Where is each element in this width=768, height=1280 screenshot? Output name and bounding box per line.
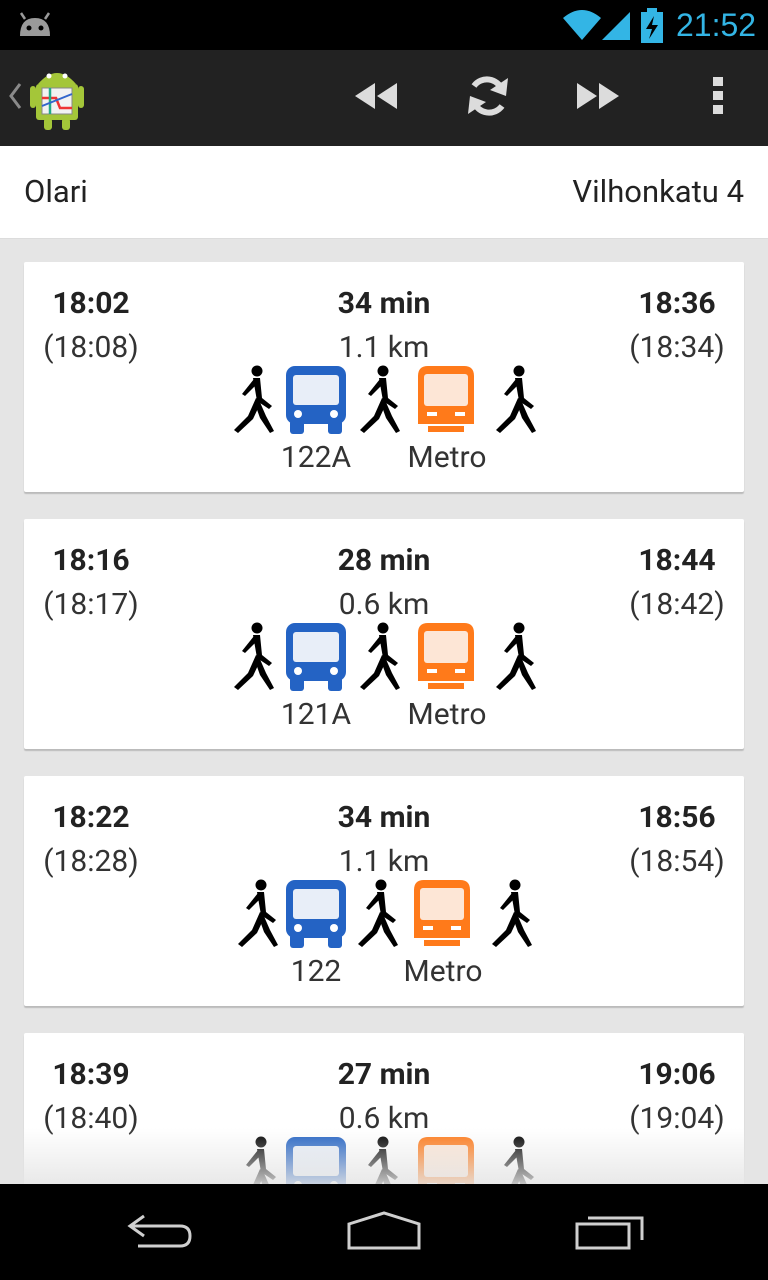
list-fade <box>0 1128 768 1184</box>
duration: 28 min <box>337 543 431 578</box>
arrival-time: 19:06 <box>638 1057 716 1092</box>
walk-icon <box>354 621 404 695</box>
bus-line-label: 121A <box>280 697 352 732</box>
departure-times: 18:22 (18:28) <box>40 796 142 884</box>
departure-times: 18:02 (18:08) <box>40 282 142 370</box>
departure-times: 18:16 (18:17) <box>40 539 142 627</box>
rewind-button[interactable] <box>348 72 404 124</box>
trip-summary: 34 min 1.1 km <box>284 796 484 884</box>
origin-label: Olari <box>24 173 88 210</box>
battery-charging-icon <box>640 8 664 48</box>
status-bar: 21:52 <box>0 0 768 50</box>
app-icon[interactable] <box>30 64 84 134</box>
bus-line-label: 122 <box>290 954 342 989</box>
recent-apps-icon[interactable] <box>574 1210 646 1256</box>
walk-icon <box>352 878 402 952</box>
metro-icon <box>414 621 478 697</box>
route-list[interactable]: 18:02 (18:08) 34 min 1.1 km 18:36 (18:34… <box>0 238 768 1184</box>
route-card[interactable]: 18:16 (18:17) 28 min 0.6 km 18:44 (18:42… <box>24 519 744 749</box>
metro-line-label: Metro <box>407 697 487 732</box>
departure-time: 18:02 <box>52 286 130 321</box>
home-icon[interactable] <box>346 1210 422 1256</box>
bus-line-label: 122A <box>280 440 352 475</box>
arrival-times: 18:56 (18:54) <box>626 796 728 884</box>
route-header: Olari Vilhonkatu 4 <box>0 146 768 239</box>
departure-time: 18:39 <box>52 1057 130 1092</box>
wifi-icon <box>562 8 602 46</box>
fast-forward-icon <box>575 81 621 115</box>
status-clock: 21:52 <box>676 7 757 43</box>
overflow-menu-button[interactable] <box>690 72 746 124</box>
bus-icon <box>284 878 348 954</box>
metro-line-label: Metro <box>407 440 487 475</box>
duration: 34 min <box>337 800 431 835</box>
arrival-time: 18:44 <box>638 543 716 578</box>
route-legs <box>24 621 744 693</box>
walk-icon <box>490 364 540 438</box>
refresh-button[interactable] <box>460 72 516 124</box>
metro-icon <box>410 878 474 954</box>
up-icon[interactable] <box>8 82 22 114</box>
walk-icon <box>228 621 278 695</box>
navigation-bar <box>0 1184 768 1280</box>
departure-time: 18:22 <box>52 800 130 835</box>
arrival-time: 18:56 <box>638 800 716 835</box>
bus-icon <box>284 621 348 697</box>
route-legs <box>24 364 744 436</box>
signal-icon <box>600 10 632 46</box>
walk-icon <box>228 364 278 438</box>
destination-label: Vilhonkatu 4 <box>572 173 744 210</box>
arrival-times: 18:36 (18:34) <box>626 282 728 370</box>
route-card[interactable]: 18:02 (18:08) 34 min 1.1 km 18:36 (18:34… <box>24 262 744 492</box>
android-debug-icon <box>16 10 54 44</box>
duration: 27 min <box>337 1057 431 1092</box>
walk-icon <box>354 364 404 438</box>
route-card[interactable]: 18:22 (18:28) 34 min 1.1 km 18:56 (18:54… <box>24 776 744 1006</box>
overflow-menu-icon <box>712 76 724 120</box>
metro-line-label: Metro <box>403 954 483 989</box>
departure-time: 18:16 <box>52 543 130 578</box>
arrival-times: 18:44 (18:42) <box>626 539 728 627</box>
fast-forward-button[interactable] <box>570 72 626 124</box>
arrival-time: 18:36 <box>638 286 716 321</box>
walk-icon <box>232 878 282 952</box>
rewind-icon <box>353 81 399 115</box>
route-legs <box>24 878 744 950</box>
bus-icon <box>284 364 348 440</box>
refresh-icon <box>464 72 512 124</box>
walk-icon <box>486 878 536 952</box>
trip-summary: 34 min 1.1 km <box>284 282 484 370</box>
duration: 34 min <box>337 286 431 321</box>
action-bar <box>0 50 768 146</box>
trip-summary: 28 min 0.6 km <box>284 539 484 627</box>
back-icon[interactable] <box>124 1210 196 1254</box>
walk-icon <box>490 621 540 695</box>
metro-icon <box>414 364 478 440</box>
